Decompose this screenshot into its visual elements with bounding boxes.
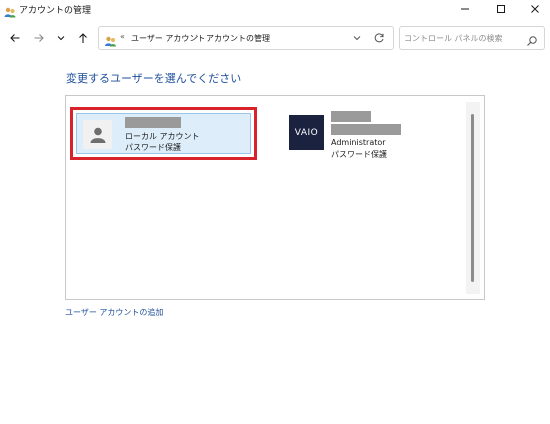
navigation-bar: « ユーザー アカウント › アカウントの管理 [0,24,550,52]
password-status: パスワード保護 [331,150,387,159]
users-icon [104,32,117,47]
refresh-icon[interactable] [371,30,387,46]
redacted-account-detail [331,124,401,135]
breadcrumb-manage-accounts[interactable]: アカウントの管理 [206,33,270,44]
scrollbar-thumb[interactable] [471,114,474,282]
recent-locations-button[interactable] [52,29,70,47]
search-input[interactable] [404,30,522,46]
minimize-button[interactable] [448,0,482,18]
window-title: アカウントの管理 [19,6,92,16]
forward-button[interactable] [30,29,48,47]
account-tile-local[interactable]: ローカル アカウント パスワード保護 [76,113,251,154]
title-bar: アカウントの管理 [0,0,550,18]
account-tile-administrator[interactable]: VAIO Administrator パスワード保護 [287,109,407,159]
up-button[interactable] [74,29,92,47]
account-type: Administrator [331,138,386,147]
address-bar[interactable]: « ユーザー アカウント › アカウントの管理 [98,26,394,50]
redacted-account-name [125,117,181,128]
vaio-logo-text: VAIO [294,127,319,138]
maximize-button[interactable] [484,0,518,18]
back-button[interactable] [6,29,24,47]
breadcrumb-overflow[interactable]: « [120,32,125,41]
redacted-account-name [331,111,371,122]
vaio-logo: VAIO [289,115,324,150]
search-box[interactable] [399,26,545,50]
close-button[interactable] [518,0,550,18]
add-user-account-link[interactable]: ユーザー アカウントの追加 [65,307,163,318]
password-status: パスワード保護 [125,143,181,152]
breadcrumb-separator-icon[interactable]: › [195,32,199,42]
person-icon [83,120,112,149]
scrollbar[interactable] [466,102,480,294]
selection-highlight: ローカル アカウント パスワード保護 [70,107,257,160]
page-title: 変更するユーザーを選んでください [66,72,242,85]
account-list: ローカル アカウント パスワード保護 VAIO Administrator パス… [65,95,485,300]
search-icon[interactable] [526,32,538,46]
chevron-down-icon[interactable] [349,31,365,45]
account-type: ローカル アカウント [125,132,200,141]
users-icon [4,3,16,18]
